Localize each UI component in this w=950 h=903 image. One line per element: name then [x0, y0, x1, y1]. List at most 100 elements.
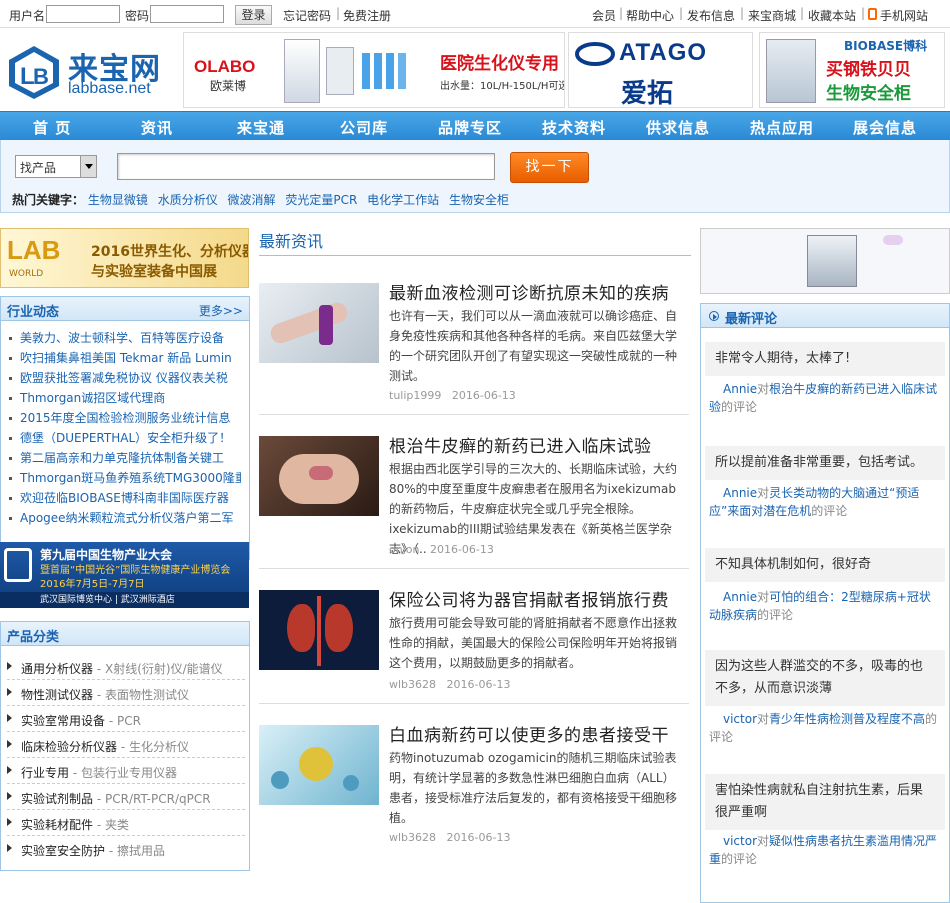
olabo-brand-cn: 欧莱博	[210, 79, 247, 93]
article-title[interactable]: 最新血液检测可诊断抗原未知的疾病	[389, 279, 669, 304]
category-sub[interactable]: - 包装行业专用仪器	[73, 766, 177, 780]
product-ad[interactable]	[700, 228, 950, 294]
arrow-right-icon	[7, 766, 16, 774]
news-item[interactable]: 欢迎莅临BIOBASE博科南非国际医疗器	[9, 489, 241, 506]
category-item[interactable]: 物性测试仪器 - 表面物性测试仪	[7, 680, 245, 706]
site-logo[interactable]: L B 来宝网 labbase.net	[6, 40, 176, 100]
nav-news[interactable]: 资讯	[141, 117, 173, 138]
hot-keyword[interactable]: 微波消解	[228, 193, 276, 207]
nav-home[interactable]: 首 页	[33, 117, 71, 138]
nav-exhibitions[interactable]: 展会信息	[853, 117, 917, 138]
article-thumbnail[interactable]	[259, 725, 379, 805]
industry-news-box: 行业动态 更多>> 美敦力、波士顿科学、百特等医疗设备 吹扫捕集鼻祖美国 Tek…	[0, 296, 250, 560]
category-sub[interactable]: - X射线(衍射)仪/能谱仪	[97, 662, 223, 676]
atago-ad-banner[interactable]: ATAGO 爱拓	[568, 32, 753, 108]
nav-brand-zone[interactable]: 品牌专区	[438, 117, 502, 138]
search-input[interactable]	[117, 153, 495, 180]
comment-user[interactable]: Annie	[723, 590, 757, 604]
divider	[259, 568, 689, 569]
hot-keyword[interactable]: 生物显微镜	[88, 193, 148, 207]
category-main[interactable]: 通用分析仪器	[21, 662, 93, 676]
category-item[interactable]: 实验试剂制品 - PCR/RT-PCR/qPCR	[7, 784, 245, 810]
comment-user[interactable]: Annie	[723, 382, 757, 396]
labworld-banner[interactable]: LAB WORLD 2016世界生化、分析仪器 与实验室装备中国展	[0, 228, 249, 288]
article-thumbnail[interactable]	[259, 436, 379, 516]
category-main[interactable]: 实验试剂制品	[21, 792, 93, 806]
member-link[interactable]: 会员	[592, 7, 616, 24]
category-sub[interactable]: - PCR	[109, 714, 141, 728]
news-item[interactable]: Thmorgan诚招区域代理商	[9, 389, 241, 406]
article-title[interactable]: 白血病新药可以使更多的患者接受干	[389, 721, 669, 746]
nav-company-library[interactable]: 公司库	[340, 117, 388, 138]
category-main[interactable]: 实验耗材配件	[21, 818, 93, 832]
comment-user[interactable]: victor	[723, 834, 757, 848]
news-item[interactable]: 第二届高亲和力单克隆抗体制备关键工	[9, 449, 241, 466]
arrow-right-icon	[7, 714, 16, 722]
category-item[interactable]: 通用分析仪器 - X射线(衍射)仪/能谱仪	[7, 654, 245, 680]
hot-keywords: 热门关键字： 生物显微镜 水质分析仪 微波消解 荧光定量PCR 电化学工作站 生…	[12, 191, 515, 208]
search-button[interactable]: 找一下	[510, 152, 589, 183]
comment-user[interactable]: Annie	[723, 486, 757, 500]
bio-industry-banner[interactable]: 第九届中国生物产业大会 暨首届“中国光谷”国际生物健康产业博览会 2016年7月…	[0, 542, 249, 608]
news-item[interactable]: 吹扫捕集鼻祖美国 Tekmar 新品 Lumin	[9, 349, 241, 366]
category-sub[interactable]: - 生化分析仪	[121, 740, 189, 754]
hot-keyword[interactable]: 生物安全柜	[449, 193, 509, 207]
category-sub[interactable]: - PCR/RT-PCR/qPCR	[97, 792, 211, 806]
nav-laibaotong[interactable]: 来宝通	[237, 117, 285, 138]
category-main[interactable]: 实验室安全防护	[21, 844, 105, 858]
category-item[interactable]: 临床检验分析仪器 - 生化分析仪	[7, 732, 245, 758]
labbase-mall-link[interactable]: 来宝商城	[748, 7, 796, 24]
login-button[interactable]: 登录	[235, 5, 272, 25]
hot-keyword[interactable]: 电化学工作站	[367, 193, 439, 207]
olabo-ad-banner[interactable]: OLABO 欧莱博 医院生化仪专用 出水量：10L/H-150L/H可选	[183, 32, 565, 108]
news-item[interactable]: 欧盟获批签署减免税协议 仪器仪表关税	[9, 369, 241, 386]
comment-user[interactable]: victor	[723, 712, 757, 726]
nav-supply-demand[interactable]: 供求信息	[646, 117, 710, 138]
news-item[interactable]: 德堡（DUEPERTHAL）安全柜升级了！	[9, 429, 241, 446]
mobile-phone-icon	[868, 8, 877, 20]
username-input[interactable]	[46, 5, 120, 23]
hot-keyword[interactable]: 荧光定量PCR	[285, 193, 357, 207]
separator: |	[740, 6, 745, 20]
forgot-password-link[interactable]: 忘记密码	[283, 7, 331, 24]
article-date: 2016-06-13	[429, 543, 494, 556]
news-item[interactable]: Apogee纳米颗粒流式分析仪落户第二军	[9, 509, 241, 526]
category-item[interactable]: 实验耗材配件 - 夹类	[7, 810, 245, 836]
article-title[interactable]: 保险公司将为器官捐献者报销旅行费	[389, 586, 669, 611]
category-main[interactable]: 物性测试仪器	[21, 688, 93, 702]
comment-attribution: Annie对可怕的组合：2型糖尿病+冠状动脉疾病的评论	[709, 588, 941, 624]
hot-keyword[interactable]: 水质分析仪	[158, 193, 218, 207]
article-summary: 也许有一天，我们可以从一滴血液就可以确诊癌症、自身免疫性疾病和其他各种各样的毛病…	[389, 309, 678, 383]
category-main[interactable]: 行业专用	[21, 766, 69, 780]
news-item[interactable]: Thmorgan斑马鱼养殖系统TMG3000隆重	[9, 469, 241, 486]
article-date: 2016-06-13	[446, 678, 511, 691]
password-input[interactable]	[150, 5, 224, 23]
search-type-select[interactable]: 找产品	[15, 155, 97, 178]
biobase-ad-banner[interactable]: BIOBASE博科 买钢铁贝贝 生物安全柜	[759, 32, 945, 108]
category-item[interactable]: 行业专用 - 包装行业专用仪器	[7, 758, 245, 784]
mobile-site-link[interactable]: 手机网站	[880, 7, 928, 24]
article-thumbnail[interactable]	[259, 590, 379, 670]
category-sub[interactable]: - 夹类	[97, 818, 129, 832]
category-main[interactable]: 临床检验分析仪器	[21, 740, 117, 754]
category-main[interactable]: 实验室常用设备	[21, 714, 105, 728]
news-item[interactable]: 美敦力、波士顿科学、百特等医疗设备	[9, 329, 241, 346]
free-register-link[interactable]: 免费注册	[343, 7, 391, 24]
category-item[interactable]: 实验室常用设备 - PCR	[7, 706, 245, 732]
article-meta: wlb3628 2016-06-13	[389, 831, 510, 844]
news-item[interactable]: 2015年度全国检验检测服务业统计信息	[9, 409, 241, 426]
nav-hot-applications[interactable]: 热点应用	[750, 117, 814, 138]
nav-tech-docs[interactable]: 技术资料	[542, 117, 606, 138]
category-item[interactable]: 实验室安全防护 - 擦拭用品	[7, 836, 245, 862]
article-thumbnail[interactable]	[259, 283, 379, 363]
labworld-world: WORLD	[9, 269, 44, 279]
article-meta: onion 2016-06-13	[389, 543, 494, 556]
category-sub[interactable]: - 表面物性测试仪	[97, 688, 189, 702]
help-center-link[interactable]: 帮助中心	[626, 7, 674, 24]
publish-info-link[interactable]: 发布信息	[687, 7, 735, 24]
article-title[interactable]: 根治牛皮癣的新药已进入临床试验	[389, 432, 652, 457]
category-sub[interactable]: - 擦拭用品	[109, 844, 165, 858]
comment-article-link[interactable]: 青少年性病检测普及程度不高	[769, 712, 925, 726]
bookmark-link[interactable]: 收藏本站	[808, 7, 856, 24]
more-link[interactable]: 更多>>	[199, 302, 243, 319]
